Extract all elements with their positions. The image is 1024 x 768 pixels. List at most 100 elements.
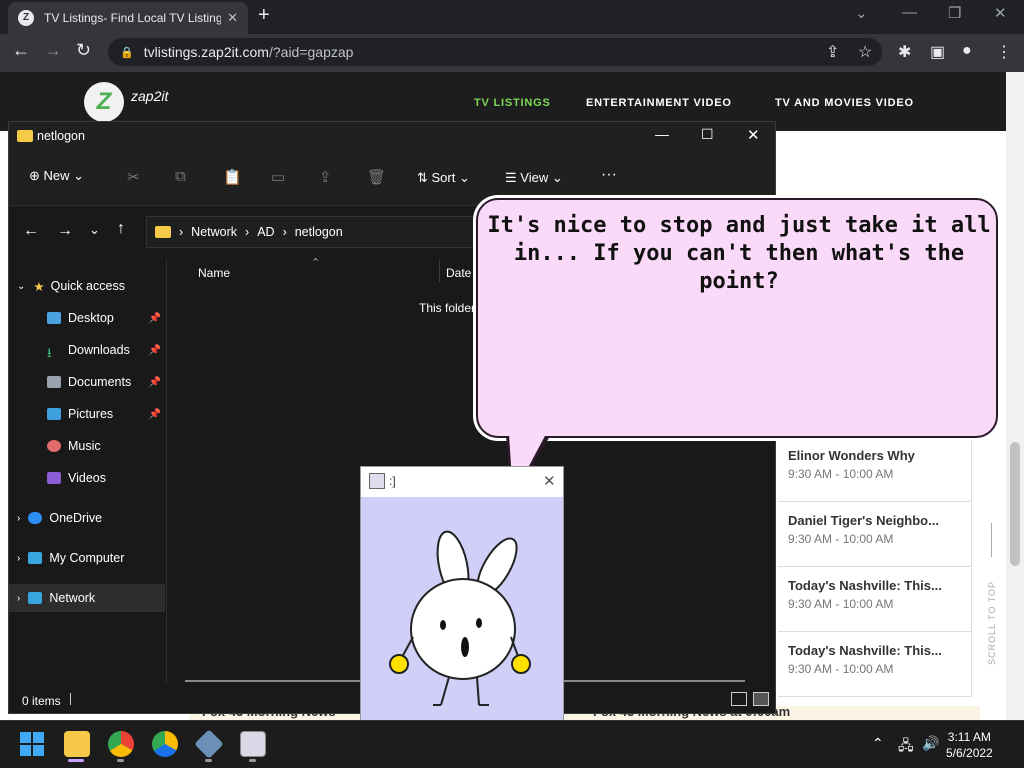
listing-time: 9:30 AM - 10:00 AM (788, 597, 894, 611)
page-scrollbar[interactable] (1006, 72, 1024, 720)
scroll-to-top-link[interactable]: SCROLL TO TOP (980, 565, 1004, 665)
cut-icon[interactable]: ✂ (127, 168, 140, 186)
side-panel-icon[interactable]: ▣ (930, 42, 945, 62)
browser-tab[interactable]: Z TV Listings- Find Local TV Listing ✕ (8, 2, 248, 34)
column-header-name[interactable]: Name (198, 266, 230, 280)
bunny-app-icon (369, 473, 385, 489)
pin-icon: 📌 (148, 344, 161, 356)
extensions-icon[interactable]: ✱ (898, 42, 911, 62)
share-icon[interactable]: ⇪ (826, 42, 839, 62)
sidebar-label: Desktop (68, 311, 114, 325)
copy-icon[interactable]: ⧉ (175, 168, 186, 185)
close-window-icon[interactable]: ✕ (994, 4, 1007, 22)
listing-card[interactable]: Elinor Wonders Why 9:30 AM - 10:00 AM (778, 438, 972, 502)
address-bar[interactable]: 🔒 tvlistings.zap2it.com /?aid=gapzap (108, 38, 882, 66)
file-explorer-taskbar-icon[interactable] (64, 731, 90, 757)
back-icon[interactable]: ← (23, 222, 39, 240)
bunny-app-taskbar-icon[interactable] (240, 731, 266, 757)
pane-divider (166, 258, 167, 684)
breadcrumb-network[interactable]: Network (191, 225, 237, 239)
volume-icon[interactable]: 🔊 (922, 735, 939, 752)
show-hidden-icons-icon[interactable]: ⌃ (872, 735, 884, 752)
bunny-character-icon[interactable] (361, 497, 563, 727)
sidebar-label: Documents (68, 375, 132, 389)
delete-icon[interactable]: 🗑 (367, 168, 386, 186)
new-tab-icon[interactable]: + (258, 4, 270, 27)
details-view-icon[interactable] (731, 692, 747, 706)
tab-search-icon[interactable]: ⌄ (855, 4, 868, 22)
sort-label: Sort (431, 170, 456, 185)
listing-card[interactable]: Daniel Tiger's Neighbo... 9:30 AM - 10:0… (778, 503, 972, 567)
minimize-icon[interactable]: — (902, 4, 917, 21)
folder-icon (17, 130, 33, 142)
sidebar-item-desktop[interactable]: Desktop 📌 (47, 304, 169, 332)
menu-kebab-icon[interactable]: ⋮ (996, 42, 1012, 62)
bunny-window-title: :] (389, 474, 396, 488)
bunny-window[interactable]: :] ✕ (360, 466, 564, 728)
active-indicator (68, 759, 84, 762)
new-button[interactable]: ⊕ New ⌄ (29, 168, 84, 184)
close-icon[interactable]: ✕ (543, 472, 556, 490)
system-clock[interactable]: 3:11 AM 5/6/2022 (946, 729, 993, 761)
sidebar-item-onedrive[interactable]: › OneDrive (17, 504, 173, 532)
start-windows-icon[interactable] (20, 732, 44, 756)
sidebar-item-music[interactable]: Music (47, 432, 169, 460)
forward-icon[interactable]: → (44, 40, 62, 61)
back-icon[interactable]: ← (12, 40, 30, 61)
forward-icon[interactable]: → (57, 222, 73, 240)
recent-locations-icon[interactable]: ⌄ (89, 222, 100, 238)
pin-icon: 📌 (148, 376, 161, 388)
bookmark-star-icon[interactable]: ☆ (858, 42, 872, 62)
sidebar-item-pictures[interactable]: Pictures 📌 (47, 400, 169, 428)
up-icon[interactable]: ↑ (117, 220, 125, 238)
close-icon[interactable]: ✕ (747, 126, 760, 144)
chrome-taskbar-icon[interactable] (108, 731, 134, 757)
documents-icon (47, 376, 61, 388)
sidebar-item-videos[interactable]: Videos (47, 464, 169, 492)
listing-time: 9:30 AM - 10:00 AM (788, 467, 894, 481)
sidebar-item-network[interactable]: › Network (9, 584, 165, 612)
breadcrumb[interactable]: › Network › AD › netlogon (146, 216, 486, 248)
listing-time: 9:30 AM - 10:00 AM (788, 662, 894, 676)
restore-icon[interactable]: ❐ (948, 4, 961, 22)
rename-icon[interactable]: ▭ (271, 168, 285, 186)
paste-icon[interactable]: 📋 (223, 168, 242, 186)
profile-icon[interactable]: ● (962, 42, 972, 60)
zap2it-logo-icon[interactable]: Z (84, 82, 124, 122)
sort-ascending-icon: ⌃ (311, 257, 321, 269)
logo-text[interactable]: zap2it (131, 88, 168, 104)
nav-entertainment-video[interactable]: ENTERTAINMENT VIDEO (586, 97, 732, 109)
sidebar-label: Quick access (50, 279, 125, 293)
close-tab-icon[interactable]: ✕ (227, 10, 238, 26)
listing-card[interactable]: Today's Nashville: This... 9:30 AM - 10:… (778, 568, 972, 632)
view-button[interactable]: ☰ View ⌄ (505, 170, 563, 186)
navigation-pane: ⌄ ★ Quick access Desktop 📌 ⭳ Downloads 📌 Docu… (9, 258, 169, 678)
sidebar-item-documents[interactable]: Documents 📌 (47, 368, 169, 396)
share-icon[interactable]: ⇪ (319, 168, 332, 186)
nav-tv-listings[interactable]: TV LISTINGS (474, 97, 551, 109)
sort-button[interactable]: ⇅ Sort ⌄ (417, 170, 470, 186)
empty-folder-message: This folder (419, 301, 476, 315)
pin-icon: 📌 (148, 408, 161, 420)
tiles-view-icon[interactable] (753, 692, 769, 706)
listing-card[interactable]: Today's Nashville: This... 9:30 AM - 10:… (778, 633, 972, 697)
lock-icon: 🔒 (120, 46, 134, 59)
maximize-icon[interactable]: ☐ (701, 126, 714, 143)
scrollbar-thumb[interactable] (1010, 442, 1020, 566)
minimize-icon[interactable]: — (655, 126, 669, 142)
breadcrumb-netlogon[interactable]: netlogon (295, 225, 343, 239)
downloads-icon: ⭳ (47, 345, 52, 360)
breadcrumb-ad[interactable]: AD (257, 225, 274, 239)
reload-icon[interactable]: ↻ (76, 40, 91, 61)
more-options-icon[interactable]: ··· (601, 166, 617, 184)
listing-title: Elinor Wonders Why (788, 448, 915, 463)
videos-icon (47, 472, 61, 484)
sidebar-item-quick-access[interactable]: ⌄ ★ Quick access (17, 272, 173, 300)
zap2it-favicon-icon: Z (18, 10, 34, 26)
sidebar-item-downloads[interactable]: ⭳ Downloads 📌 (47, 336, 169, 364)
network-status-icon[interactable]: 🖧 (898, 735, 914, 759)
sidebar-item-my-computer[interactable]: › My Computer (17, 544, 173, 572)
nav-tv-and-movies-video[interactable]: TV AND MOVIES VIDEO (775, 97, 914, 109)
scroll-to-top-arrow-icon (991, 523, 992, 557)
chrome-canary-taskbar-icon[interactable] (152, 731, 178, 757)
